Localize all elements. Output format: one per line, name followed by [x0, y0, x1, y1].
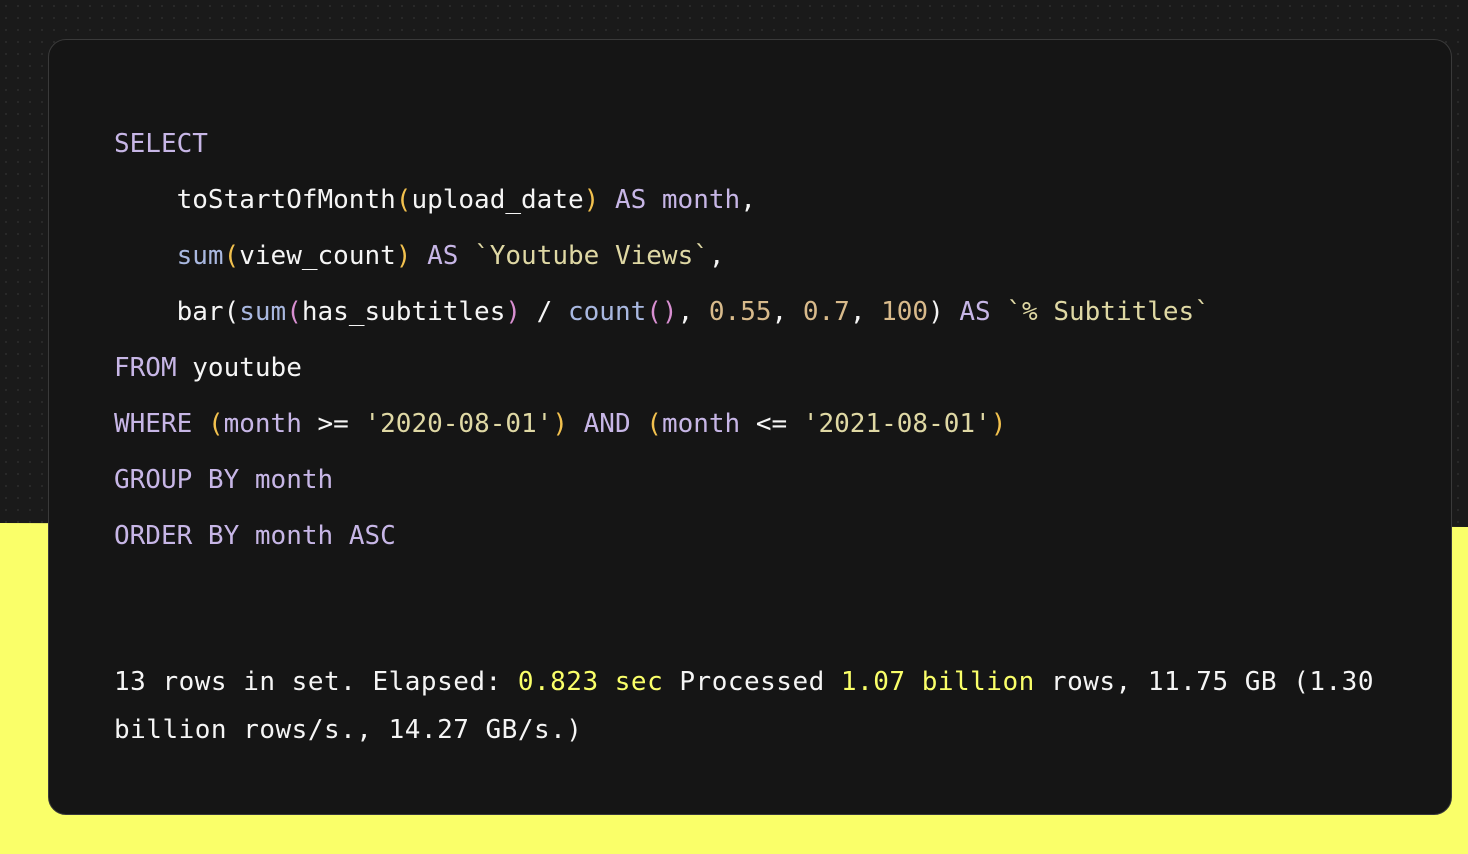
open-paren: ( [646, 409, 662, 439]
function-sum: sum [176, 241, 224, 271]
comma: , [708, 241, 725, 271]
column-has-subtitles: has_subtitles [301, 297, 506, 327]
column-month: month [254, 521, 334, 551]
number-width: 100 [881, 297, 929, 327]
open-paren: ( [395, 185, 412, 215]
keyword-as: AS [427, 241, 459, 271]
alias-subtitles: `% Subtitles` [1006, 297, 1210, 327]
rows-processed: 1.07 billion [840, 667, 1035, 697]
operator-gte: >= [301, 409, 365, 439]
query-line-from: FROM youtube [114, 340, 1210, 396]
query-line-group-by: GROUP BY month [114, 452, 1210, 508]
close-paren: ) [928, 297, 944, 327]
open-paren: ( [286, 297, 302, 327]
alias-month: month [661, 185, 741, 215]
function-tostartofmonth: toStartOfMonth [176, 185, 396, 215]
date-start: '2020-08-01' [364, 409, 553, 439]
comma: , [677, 297, 709, 327]
query-line-where: WHERE (month >= '2020-08-01') AND (month… [114, 396, 1210, 452]
close-paren: ) [990, 409, 1007, 439]
keyword-as: AS [959, 297, 991, 327]
keyword-as: AS [614, 185, 647, 215]
comma: , [771, 297, 803, 327]
sql-query-block: SELECT toStartOfMonth(upload_date) AS mo… [114, 116, 1210, 564]
function-sum: sum [239, 297, 287, 327]
function-count: count [568, 297, 647, 327]
keyword-and: AND [583, 409, 631, 439]
open-paren: ( [223, 297, 240, 327]
query-line-views: sum(view_count) AS `Youtube Views`, [114, 228, 1210, 284]
close-paren: ) [583, 185, 600, 215]
date-end: '2021-08-01' [802, 409, 991, 439]
query-line-select: SELECT [114, 116, 1210, 172]
operator-lte: <= [740, 409, 803, 439]
keyword-select: SELECT [114, 129, 208, 159]
query-result-summary: 13 rows in set. Elapsed: 0.823 sec Proce… [114, 658, 1404, 754]
query-line-order-by: ORDER BY month ASC [114, 508, 1210, 564]
open-paren: ( [207, 409, 224, 439]
comma: , [740, 185, 756, 215]
divide-operator: / [521, 297, 568, 327]
close-paren: ) [395, 241, 412, 271]
result-mid: Processed [663, 667, 841, 697]
column-month: month [661, 409, 741, 439]
elapsed-time: 0.823 sec [517, 667, 664, 697]
close-paren: ) [552, 409, 568, 439]
query-line-month: toStartOfMonth(upload_date) AS month, [114, 172, 1210, 228]
open-paren: ( [223, 241, 240, 271]
keyword-asc: ASC [348, 521, 396, 551]
result-prefix: 13 rows in set. Elapsed: [114, 667, 518, 697]
number-max: 0.7 [802, 297, 850, 327]
column-month: month [254, 465, 334, 495]
comma: , [849, 297, 882, 327]
column-month: month [223, 409, 302, 439]
alias-youtube-views: `Youtube Views` [474, 241, 709, 271]
table-youtube: youtube [192, 353, 302, 383]
number-min: 0.55 [708, 297, 772, 327]
keyword-from: FROM [114, 353, 177, 383]
query-line-subtitles: bar(sum(has_subtitles) / count(), 0.55, … [114, 284, 1210, 340]
count-parens: () [646, 297, 678, 327]
column-view-count: view_count [239, 241, 396, 271]
function-bar: bar [176, 297, 224, 327]
keyword-group-by: GROUP BY [114, 465, 240, 495]
close-paren: ) [505, 297, 522, 327]
column-upload-date: upload_date [411, 185, 584, 215]
code-panel: SELECT toStartOfMonth(upload_date) AS mo… [48, 39, 1452, 815]
keyword-order-by: ORDER BY [114, 521, 240, 551]
keyword-where: WHERE [114, 409, 193, 439]
